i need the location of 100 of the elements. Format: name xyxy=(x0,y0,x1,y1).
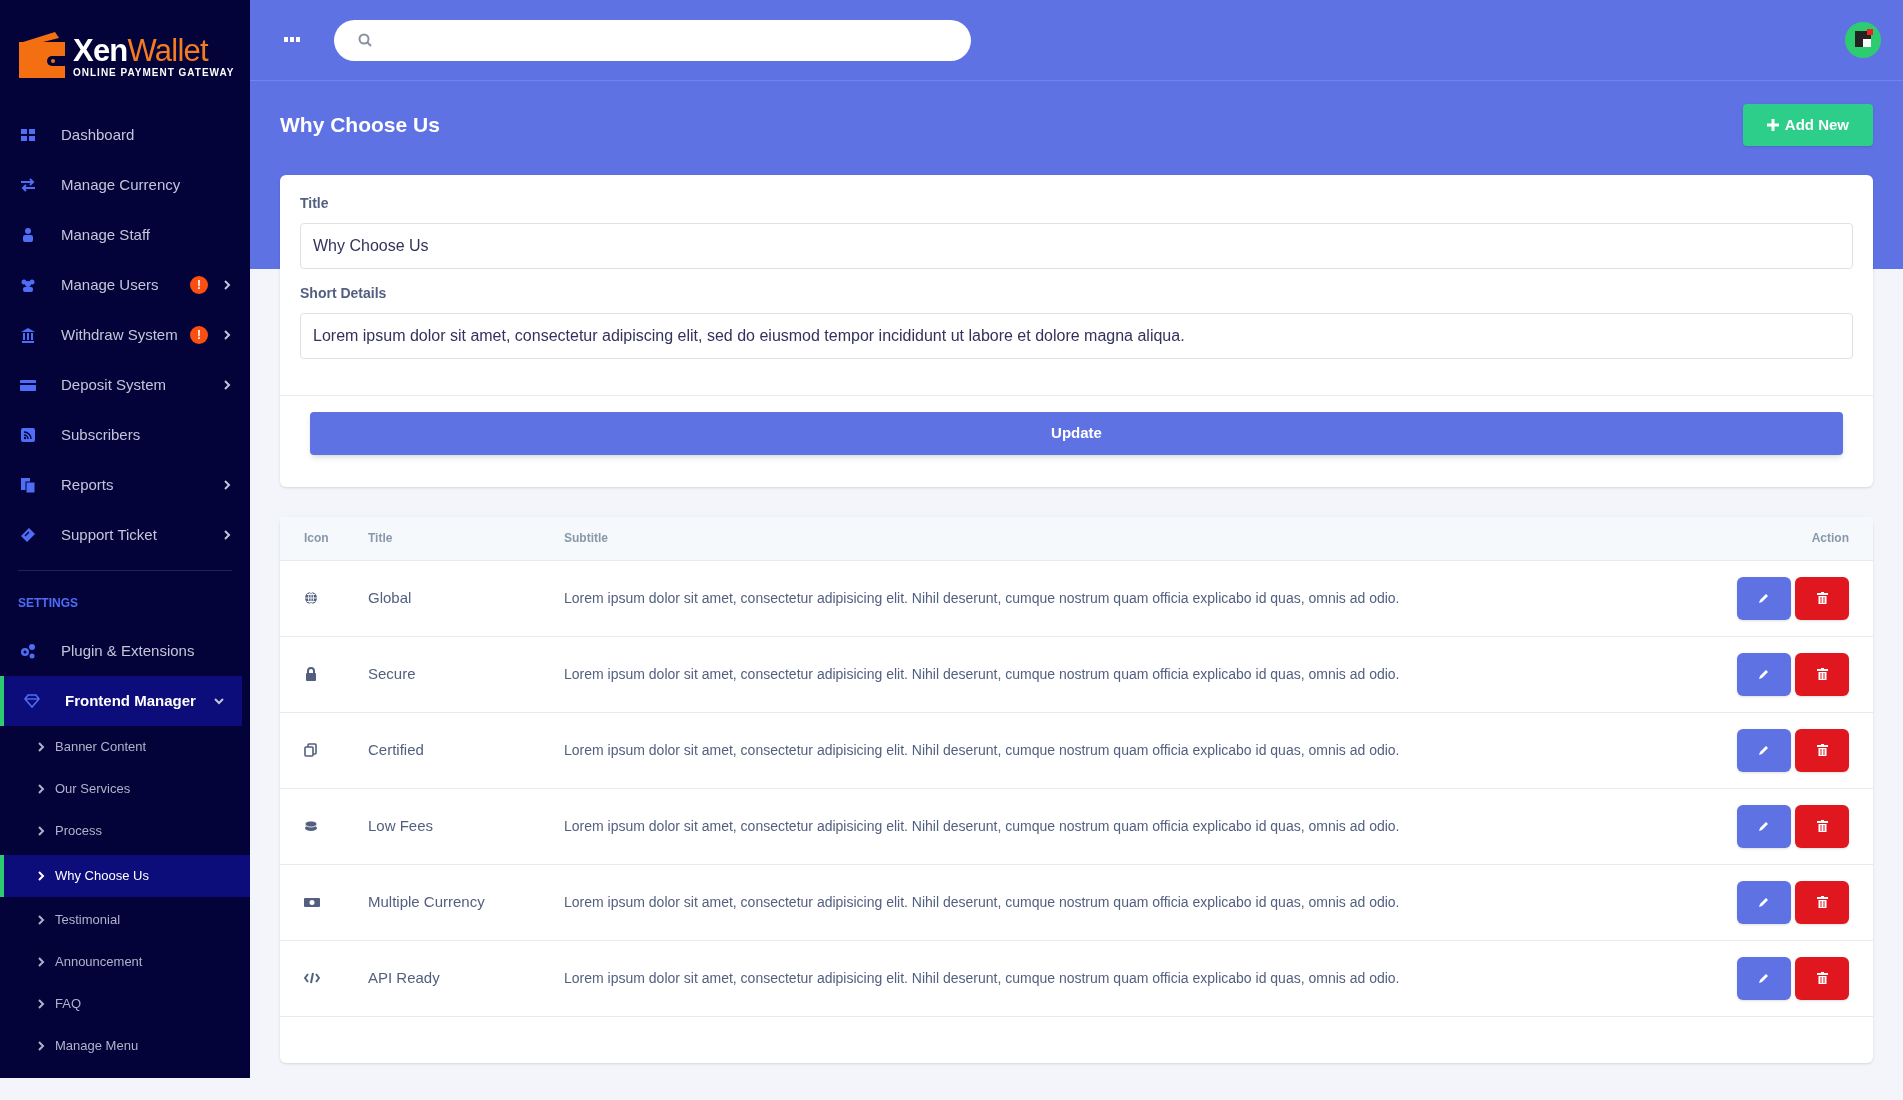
chevron-right-icon xyxy=(222,280,232,290)
edit-button[interactable] xyxy=(1737,652,1791,696)
sidebar-item[interactable]: Dashboard xyxy=(0,110,250,160)
submenu-item[interactable]: Why Choose Us xyxy=(0,854,250,897)
edit-button[interactable] xyxy=(1737,880,1791,924)
chevron-right-icon xyxy=(36,957,46,967)
edit-button[interactable] xyxy=(1737,804,1791,848)
column-header: Action xyxy=(1689,517,1873,560)
plus-icon xyxy=(1766,119,1779,131)
sidebar-item[interactable]: Withdraw System ! xyxy=(0,310,250,360)
table-cell: Lorem ipsum dolor sit amet, consectetur adipisicing elit. Nihil deserunt, cumque nostrum quam officia explicabo id quas, omnis ad odio. xyxy=(564,712,1690,788)
users-icon xyxy=(20,277,36,293)
trash-icon xyxy=(1816,668,1828,680)
input-field[interactable]: Lorem ipsum dolor sit amet, consectetur adipiscing elit, sed do eiusmod tempor incididunt ut labore et dolore magna aliqua. xyxy=(300,313,1853,359)
chevron-right-icon xyxy=(222,480,232,490)
table-cell: Multiple Currency xyxy=(368,864,564,940)
chevron-right-icon xyxy=(36,742,46,752)
ticket-icon xyxy=(20,527,36,543)
table-cell: Lorem ipsum dolor sit amet, consectetur adipisicing elit. Nihil deserunt, cumque nostrum quam officia explicabo id quas, omnis ad odio. xyxy=(564,636,1690,712)
trash-icon xyxy=(1816,972,1828,984)
credit-card-icon xyxy=(20,377,36,393)
sidebar-item[interactable]: Manage Staff xyxy=(0,210,250,260)
edit-button[interactable] xyxy=(1737,956,1791,1000)
chevron-right-icon xyxy=(222,530,232,540)
chevron-right-icon xyxy=(36,784,46,794)
pencil-icon xyxy=(1758,820,1770,832)
copy-icon xyxy=(304,742,320,758)
submenu-item[interactable]: Manage Menu xyxy=(0,1025,250,1067)
field-label: Short Details xyxy=(300,284,388,303)
pencil-icon xyxy=(1758,668,1770,680)
chevron-right-icon xyxy=(36,999,46,1009)
trash-icon xyxy=(1816,896,1828,908)
section-heading: SETTINGS xyxy=(17,595,79,612)
search-icon xyxy=(358,33,372,47)
logo-name: XenWallet xyxy=(73,36,210,66)
delete-button[interactable] xyxy=(1795,652,1849,696)
chevron-right-icon xyxy=(36,870,46,881)
sidebar-item[interactable]: Subscribers xyxy=(0,410,250,460)
pencil-icon xyxy=(1758,592,1770,604)
chevron-down-icon xyxy=(214,696,224,706)
update-button[interactable]: Update xyxy=(310,412,1843,455)
table-cell: Lorem ipsum dolor sit amet, consectetur adipisicing elit. Nihil deserunt, cumque nostrum quam officia explicabo id quas, omnis ad odio. xyxy=(564,560,1690,636)
table-cell: Low Fees xyxy=(368,788,564,864)
chevron-right-icon xyxy=(222,330,232,340)
table-cell: Global xyxy=(368,560,564,636)
trash-icon xyxy=(1816,820,1828,832)
more-icon[interactable] xyxy=(284,37,300,43)
gears-icon xyxy=(20,643,36,659)
avatar-icon[interactable] xyxy=(1845,22,1881,58)
edit-button[interactable] xyxy=(1737,728,1791,772)
sidebar-item[interactable]: Manage Currency xyxy=(0,160,250,210)
documents-icon xyxy=(20,477,36,493)
chevron-right-icon xyxy=(222,380,232,390)
table-cell: Lorem ipsum dolor sit amet, consectetur adipisicing elit. Nihil deserunt, cumque nostrum quam officia explicabo id quas, omnis ad odio. xyxy=(564,940,1690,1016)
exchange-arrows-icon xyxy=(20,177,36,193)
pencil-icon xyxy=(1758,896,1770,908)
column-header: Subtitle xyxy=(564,517,1690,560)
delete-button[interactable] xyxy=(1795,956,1849,1000)
delete-button[interactable] xyxy=(1795,728,1849,772)
table-cell: Secure xyxy=(368,636,564,712)
chevron-right-icon xyxy=(36,1041,46,1051)
grid-icon xyxy=(20,127,36,143)
person-icon xyxy=(20,227,36,243)
code-icon xyxy=(304,970,320,986)
table-cell: Lorem ipsum dolor sit amet, consectetur adipisicing elit. Nihil deserunt, cumque nostrum quam officia explicabo id quas, omnis ad odio. xyxy=(564,788,1690,864)
globe-icon xyxy=(304,590,320,606)
sidebar-item[interactable]: Deposit System xyxy=(0,360,250,410)
submenu-item[interactable]: Announcement xyxy=(0,941,250,983)
delete-button[interactable] xyxy=(1795,804,1849,848)
table-cell: Lorem ipsum dolor sit amet, consectetur adipisicing elit. Nihil deserunt, cumque nostrum quam officia explicabo id quas, omnis ad odio. xyxy=(564,864,1690,940)
bank-icon xyxy=(20,327,36,343)
trash-icon xyxy=(1816,592,1828,604)
chevron-right-icon xyxy=(36,915,46,925)
field-label: Title xyxy=(300,194,330,213)
column-header: Icon xyxy=(280,517,368,560)
coins-icon xyxy=(304,818,320,834)
sidebar-item[interactable]: Support Ticket xyxy=(0,510,250,560)
input-field[interactable]: Why Choose Us xyxy=(300,223,1853,269)
delete-button[interactable] xyxy=(1795,576,1849,620)
table-cell: Certified xyxy=(368,712,564,788)
sidebar-item[interactable]: Reports xyxy=(0,460,250,510)
submenu-item[interactable]: Our Services xyxy=(0,768,250,810)
submenu-item[interactable]: Testimonial xyxy=(0,899,250,941)
chevron-right-icon xyxy=(36,826,46,836)
sidebar-item[interactable]: Plugin & Extensions xyxy=(0,626,250,676)
submenu-item[interactable]: Banner Content xyxy=(0,726,250,768)
trash-icon xyxy=(1816,744,1828,756)
sidebar-item[interactable]: Manage Users ! xyxy=(0,260,250,310)
pencil-icon xyxy=(1758,744,1770,756)
delete-button[interactable] xyxy=(1795,880,1849,924)
table-cell: API Ready xyxy=(368,940,564,1016)
submenu-item[interactable]: Process xyxy=(0,810,250,852)
search-field[interactable] xyxy=(334,19,971,61)
sidebar-item[interactable]: Frontend Manager xyxy=(0,676,242,726)
pencil-icon xyxy=(1758,972,1770,984)
diamond-icon xyxy=(24,693,40,709)
alert-badge: ! xyxy=(190,326,208,344)
edit-button[interactable] xyxy=(1737,576,1791,620)
submenu-item[interactable]: FAQ xyxy=(0,983,250,1025)
logo-tagline: ONLINE PAYMENT GATEWAY xyxy=(73,66,235,80)
